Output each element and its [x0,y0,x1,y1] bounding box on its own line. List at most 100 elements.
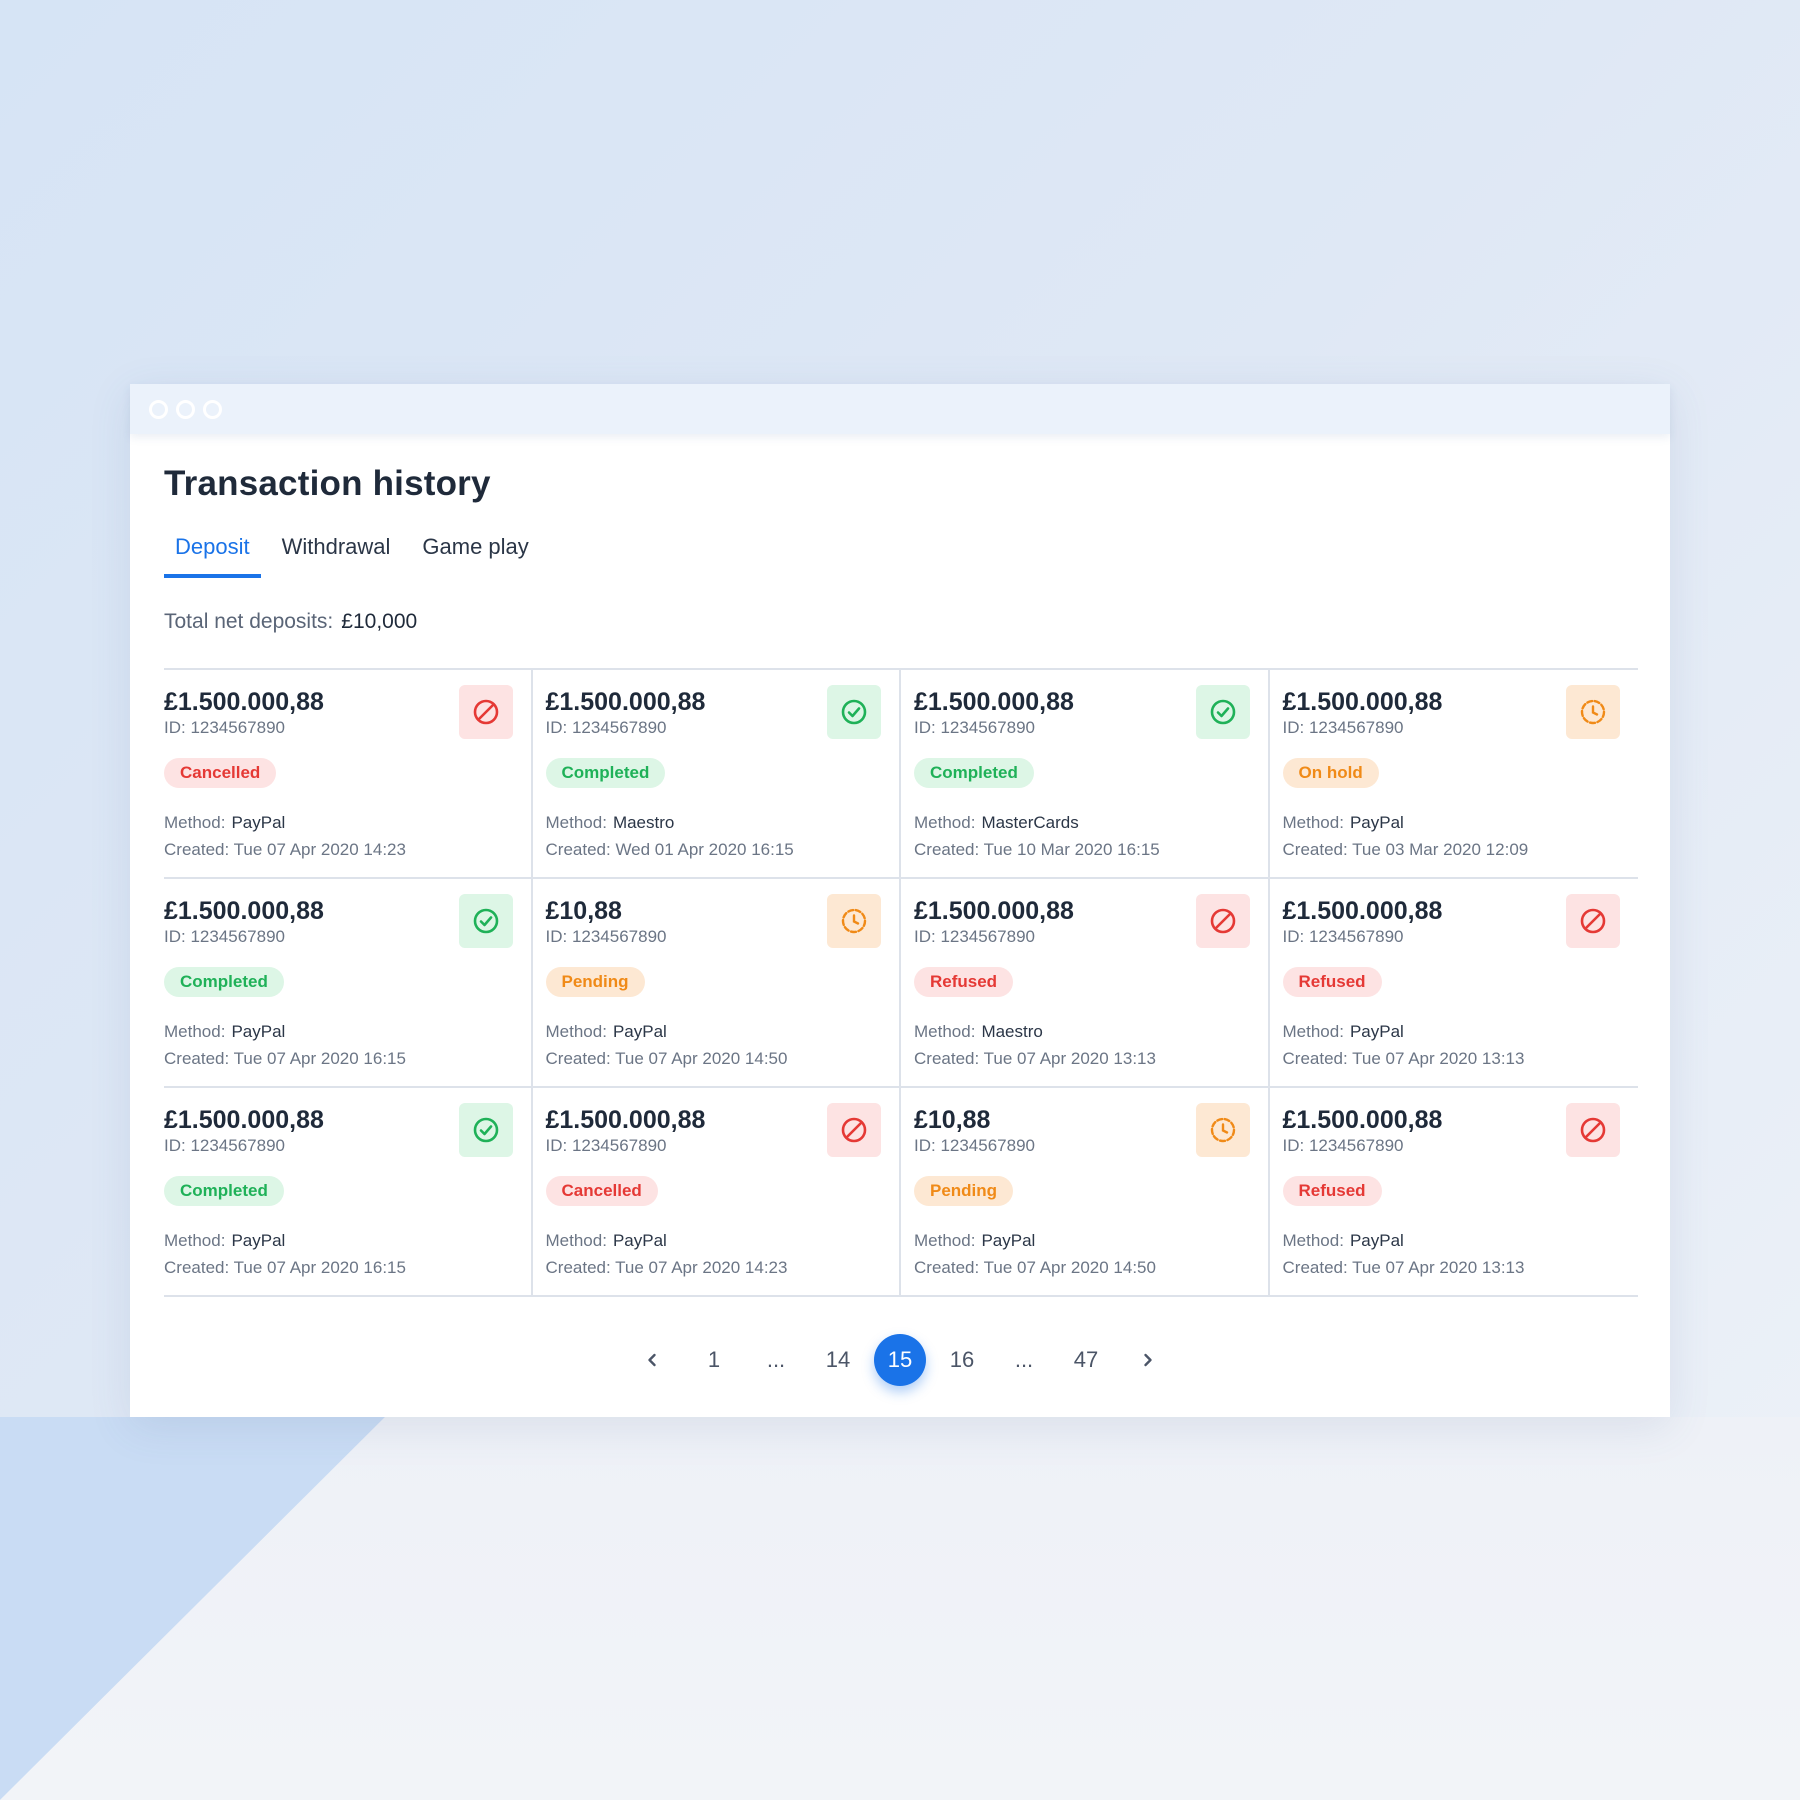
method-row: Method: MasterCards [914,809,1268,836]
created-label: Created: [164,840,234,859]
chevron-left-icon[interactable] [621,1334,683,1386]
method-row: Method: PayPal [164,809,531,836]
created-label: Created: [914,840,984,859]
status-badge: Cancelled [164,758,277,788]
transaction-card[interactable]: £10,88 ID: 1234567890 Pending Method: PayPal… [901,1088,1270,1297]
total-value: £10,000 [341,610,418,633]
created-row: Created: Tue 07 Apr 2020 13:13 [1283,1045,1639,1072]
transaction-card[interactable]: £1.500.000,88 ID: 1234567890 Refused Method… [901,879,1270,1088]
pagination-page[interactable]: 16 [931,1334,993,1386]
created-value: Tue 07 Apr 2020 13:13 [1352,1049,1525,1068]
transaction-meta: Method: PayPal Created: Tue 07 Apr 2020 16… [164,1018,531,1072]
transaction-meta: Method: PayPal Created: Tue 07 Apr 2020 14… [546,1227,900,1281]
method-value: PayPal [612,1022,667,1041]
method-value: Maestro [612,813,675,832]
created-label: Created: [545,840,616,859]
tab-deposit[interactable]: Deposit [164,534,261,578]
pagination-page[interactable]: 1 [683,1334,745,1386]
status-badge: Pending [914,1176,1014,1206]
method-row: Method: PayPal [546,1227,900,1254]
transaction-card[interactable]: £1.500.000,88 ID: 1234567890 Refused Method… [1269,1088,1639,1297]
window-control-dot[interactable] [176,399,195,419]
transaction-meta: Method: PayPal Created: Tue 07 Apr 2020 14… [914,1227,1268,1281]
method-row: Method: PayPal [1283,1018,1639,1045]
tab-withdrawal[interactable]: Withdrawal [271,534,402,578]
transaction-card[interactable]: £1.500.000,88 ID: 1234567890 Completed Meth… [901,670,1270,879]
created-value: Tue 07 Apr 2020 16:15 [233,1258,406,1277]
status-badge: Cancelled [545,1176,658,1206]
created-row: Created: Tue 03 Mar 2020 12:09 [1283,836,1639,863]
created-value: Tue 07 Apr 2020 14:23 [233,840,406,859]
method-label: Method: [164,1231,226,1250]
transaction-card[interactable]: £1.500.000,88 ID: 1234567890 Completed Meth… [532,670,901,879]
cancel-icon [1566,894,1620,948]
created-label: Created: [914,1258,984,1277]
method-value: PayPal [231,813,286,832]
check-circle-icon [1195,685,1250,739]
method-value: PayPal [981,1231,1036,1250]
method-label: Method: [164,813,226,832]
method-row: Method: PayPal [164,1018,531,1045]
cancel-icon [458,685,513,739]
status-badge: Pending [545,967,645,997]
transaction-meta: Method: PayPal Created: Tue 07 Apr 2020 16… [164,1227,531,1281]
method-value: MasterCards [981,813,1079,832]
chevron-right-icon[interactable] [1117,1334,1179,1386]
method-label: Method: [1282,1231,1344,1250]
created-value: Tue 07 Apr 2020 16:15 [233,1049,406,1068]
tab-game-play[interactable]: Game play [411,534,539,578]
created-label: Created: [164,1049,234,1068]
created-label: Created: [164,1258,234,1277]
pagination-page[interactable]: 47 [1055,1334,1117,1386]
created-row: Created: Tue 07 Apr 2020 14:23 [546,1254,900,1281]
transaction-card[interactable]: £1.500.000,88 ID: 1234567890 Completed Meth… [164,1088,533,1297]
created-row: Created: Tue 07 Apr 2020 16:15 [164,1045,531,1072]
transaction-card[interactable]: £10,88 ID: 1234567890 Pending Method: PayPal… [532,879,901,1088]
clock-icon [827,894,881,948]
created-value: Tue 07 Apr 2020 13:13 [1352,1258,1525,1277]
transaction-meta: Method: MasterCards Created: Tue 10 Mar 20… [914,809,1268,863]
method-label: Method: [1282,813,1344,832]
created-row: Created: Tue 07 Apr 2020 13:13 [914,1045,1268,1072]
method-row: Method: Maestro [546,809,900,836]
method-value: PayPal [612,1231,667,1250]
status-badge: Refused [1282,1176,1382,1206]
method-label: Method: [914,1022,976,1041]
cancel-icon [1566,1103,1620,1157]
created-value: Tue 07 Apr 2020 14:23 [615,1258,788,1277]
transaction-card[interactable]: £1.500.000,88 ID: 1234567890 Cancelled Meth… [164,670,533,879]
method-label: Method: [545,1022,607,1041]
status-badge: On hold [1282,758,1379,788]
transaction-card[interactable]: £1.500.000,88 ID: 1234567890 Refused Method… [1269,879,1639,1088]
total-net-deposits: Total net deposits: £10,000 [164,610,417,634]
method-value: PayPal [1349,1022,1404,1041]
transaction-card[interactable]: £1.500.000,88 ID: 1234567890 Cancelled Meth… [532,1088,901,1297]
window-control-dot[interactable] [203,399,222,419]
method-row: Method: PayPal [914,1227,1268,1254]
method-label: Method: [1282,1022,1344,1041]
transaction-card[interactable]: £1.500.000,88 ID: 1234567890 Completed Meth… [164,879,533,1088]
window-control-dot[interactable] [149,399,168,419]
transaction-grid: £1.500.000,88 ID: 1234567890 Cancelled Meth… [164,668,1638,1297]
method-label: Method: [545,1231,607,1250]
total-label: Total net deposits: [164,610,334,633]
status-badge: Completed [545,758,666,788]
status-badge: Refused [914,967,1014,997]
method-row: Method: PayPal [164,1227,531,1254]
created-label: Created: [1282,1049,1353,1068]
transaction-meta: Method: PayPal Created: Tue 07 Apr 2020 13… [1283,1227,1639,1281]
app-window: Transaction history Deposit Withdrawal G… [130,384,1670,1417]
created-value: Tue 07 Apr 2020 13:13 [983,1049,1156,1068]
pagination-current-page[interactable]: 15 [874,1334,926,1386]
page-title: Transaction history [164,464,491,503]
transaction-card[interactable]: £1.500.000,88 ID: 1234567890 On hold Method… [1269,670,1639,879]
created-value: Tue 03 Mar 2020 12:09 [1352,840,1529,859]
created-row: Created: Tue 07 Apr 2020 14:50 [546,1045,900,1072]
created-row: Created: Wed 01 Apr 2020 16:15 [546,836,900,863]
method-value: Maestro [981,1022,1043,1041]
pagination-page[interactable]: 14 [807,1334,869,1386]
created-row: Created: Tue 07 Apr 2020 14:50 [914,1254,1268,1281]
method-value: PayPal [1349,1231,1404,1250]
transaction-meta: Method: PayPal Created: Tue 03 Mar 2020 12… [1283,809,1639,863]
created-value: Tue 10 Mar 2020 16:15 [983,840,1160,859]
